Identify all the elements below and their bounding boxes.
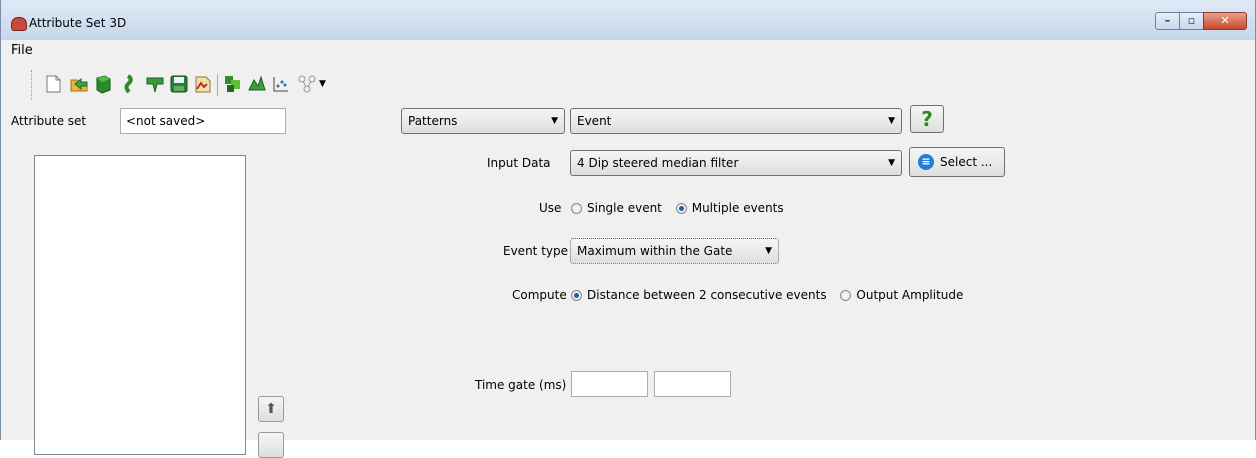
event-type-label: Event type <box>503 244 568 258</box>
toolbar-grip[interactable] <box>31 70 35 100</box>
evaluate-icon[interactable] <box>223 74 243 94</box>
category-combo-value: Patterns <box>408 114 458 128</box>
graph-icon[interactable] <box>271 74 291 94</box>
event-type-combo-value: Maximum within the Gate <box>577 244 733 258</box>
window-controls: – ▫ ✕ <box>1155 12 1247 32</box>
compute-radio-group: Distance between 2 consecutive events Ou… <box>571 287 973 303</box>
radio-button-selected[interactable] <box>571 290 582 301</box>
chevron-down-icon: ▼ <box>888 158 895 168</box>
minimize-icon: – <box>1164 14 1171 27</box>
title-bar: Attribute Set 3D – ▫ ✕ <box>1 0 1255 40</box>
menu-bar: File <box>1 40 1255 62</box>
minimize-button[interactable]: – <box>1155 12 1180 30</box>
chevron-down-icon: ▼ <box>551 116 558 126</box>
time-gate-start-field[interactable] <box>571 371 648 397</box>
save-as-icon[interactable] <box>169 74 189 94</box>
chevron-down-icon: ▼ <box>888 116 895 126</box>
attribute-set-window: Attribute Set 3D – ▫ ✕ File ▼ Attribute … <box>0 0 1256 458</box>
event-type-combo[interactable]: Maximum within the Gate ▼ <box>570 238 779 264</box>
radio-button-selected[interactable] <box>675 203 687 214</box>
radio-distance-events[interactable]: Distance between 2 consecutive events <box>571 288 827 302</box>
chevron-down-icon: ▼ <box>765 246 772 256</box>
attribute-set-name-field[interactable]: <not saved> <box>120 108 286 134</box>
default-set-icon[interactable] <box>119 74 139 94</box>
maximize-icon: ▫ <box>1187 14 1196 27</box>
tree-dropdown-arrow-icon[interactable]: ▼ <box>319 76 326 92</box>
help-button[interactable]: ? <box>910 105 944 133</box>
radio-button[interactable] <box>571 203 582 214</box>
radio-output-amplitude[interactable]: Output Amplitude <box>840 288 963 302</box>
toolbar-separator <box>217 74 218 96</box>
select-input-button[interactable]: ≡ Select ... <box>909 147 1005 177</box>
crossplot-icon[interactable] <box>247 74 267 94</box>
radio-single-event-label: Single event <box>587 201 662 215</box>
radio-distance-events-label: Distance between 2 consecutive events <box>587 288 827 302</box>
help-icon: ? <box>921 107 933 131</box>
time-gate-label: Time gate (ms) <box>475 378 567 392</box>
menu-file[interactable]: File <box>11 43 33 58</box>
input-data-combo[interactable]: 4 Dip steered median filter ▼ <box>570 150 902 176</box>
radio-single-event[interactable]: Single event <box>571 201 662 215</box>
compute-label: Compute <box>512 288 567 302</box>
radio-button[interactable] <box>840 290 852 301</box>
import-icon[interactable] <box>93 74 113 94</box>
attribute-set-label: Attribute set <box>11 114 87 128</box>
move-up-button[interactable]: ⬆ <box>258 396 284 422</box>
save-icon[interactable] <box>145 74 165 94</box>
radio-multiple-events-label: Multiple events <box>691 201 784 215</box>
input-data-combo-value: 4 Dip steered median filter <box>577 156 739 170</box>
attribute-list[interactable] <box>34 155 246 455</box>
input-data-label: Input Data <box>487 156 551 170</box>
select-button-label: Select ... <box>940 155 993 169</box>
close-button[interactable]: ✕ <box>1203 12 1247 30</box>
list-icon: ≡ <box>918 154 934 170</box>
radio-output-amplitude-label: Output Amplitude <box>856 288 964 302</box>
maximize-button[interactable]: ▫ <box>1179 12 1204 30</box>
window-title: Attribute Set 3D <box>29 16 127 30</box>
use-label: Use <box>539 201 562 215</box>
radio-multiple-events[interactable]: Multiple events <box>675 201 784 215</box>
attribute-type-combo[interactable]: Event ▼ <box>570 108 902 134</box>
app-icon <box>11 17 27 31</box>
close-icon: ✕ <box>1220 14 1230 27</box>
time-gate-stop-field[interactable] <box>654 371 731 397</box>
arrow-up-icon: ⬆ <box>265 401 277 417</box>
open-icon[interactable] <box>69 74 89 94</box>
tree-icon[interactable] <box>297 74 317 94</box>
auto-load-icon[interactable] <box>193 74 213 94</box>
move-down-button[interactable] <box>258 432 284 458</box>
new-icon[interactable] <box>43 74 63 94</box>
attribute-type-combo-value: Event <box>577 114 612 128</box>
use-radio-group: Single event Multiple events <box>571 200 794 216</box>
category-combo[interactable]: Patterns ▼ <box>401 108 565 134</box>
